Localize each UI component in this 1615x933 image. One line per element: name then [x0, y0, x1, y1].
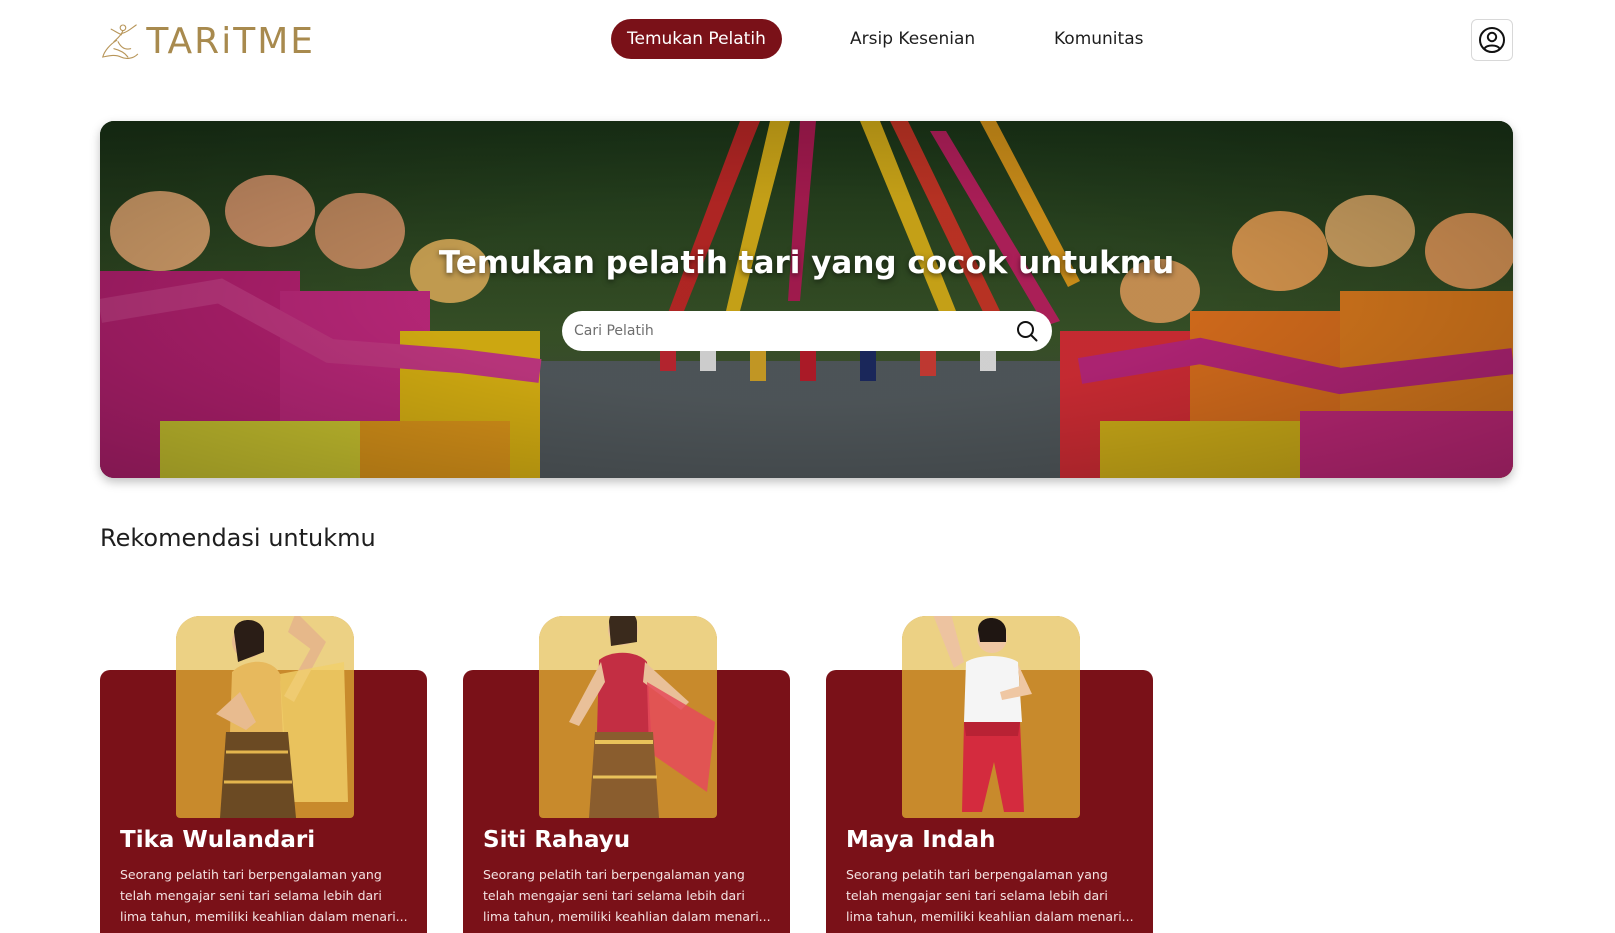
section-title-rekomendasi: Rekomendasi untukmu: [100, 524, 376, 552]
hero-banner: Temukan pelatih tari yang cocok untukmu: [100, 121, 1513, 478]
trainer-name: Maya Indah: [846, 827, 996, 853]
description-line: lima tahun, memiliki keahlian dalam mena…: [846, 909, 1134, 924]
description-line: telah mengajar seni tari selama lebih da…: [846, 888, 1108, 903]
profile-button[interactable]: [1471, 19, 1513, 61]
trainer-card[interactable]: Tika Wulandari Seorang pelatih tari berp…: [100, 616, 427, 933]
description-line: Seorang pelatih tari berpengalaman yang: [483, 867, 745, 882]
main-nav: Temukan Pelatih Arsip Kesenian Komunitas: [0, 19, 1615, 59]
search-bar: [562, 311, 1052, 351]
user-circle-icon: [1479, 27, 1505, 53]
trainer-photo: [539, 616, 717, 818]
description-line: lima tahun, memiliki keahlian dalam mena…: [120, 909, 408, 924]
trainer-description: Seorang pelatih tari berpengalaman yang …: [120, 864, 410, 927]
trainer-description: Seorang pelatih tari berpengalaman yang …: [483, 864, 773, 927]
trainer-name: Siti Rahayu: [483, 827, 631, 853]
trainer-photo: [176, 616, 354, 818]
hero-title: Temukan pelatih tari yang cocok untukmu: [438, 245, 1175, 281]
hero-background-image: [100, 121, 1513, 478]
description-line: lima tahun, memiliki keahlian dalam mena…: [483, 909, 771, 924]
description-line: Seorang pelatih tari berpengalaman yang: [846, 867, 1108, 882]
top-header: TARiTME Temukan Pelatih Arsip Kesenian K…: [0, 0, 1615, 80]
trainer-name: Tika Wulandari: [120, 827, 316, 853]
trainer-photo: [902, 616, 1080, 818]
search-input[interactable]: [574, 323, 1014, 339]
nav-item-komunitas[interactable]: Komunitas: [1038, 19, 1159, 59]
nav-item-arsip-kesenian[interactable]: Arsip Kesenian: [834, 19, 991, 59]
trainer-card[interactable]: Maya Indah Seorang pelatih tari berpenga…: [826, 616, 1153, 933]
trainer-card[interactable]: Siti Rahayu Seorang pelatih tari berpeng…: [463, 616, 790, 933]
nav-item-temukan-pelatih[interactable]: Temukan Pelatih: [611, 19, 782, 59]
description-line: Seorang pelatih tari berpengalaman yang: [120, 867, 382, 882]
search-icon[interactable]: [1014, 318, 1040, 344]
trainer-description: Seorang pelatih tari berpengalaman yang …: [846, 864, 1136, 927]
description-line: telah mengajar seni tari selama lebih da…: [120, 888, 382, 903]
description-line: telah mengajar seni tari selama lebih da…: [483, 888, 745, 903]
